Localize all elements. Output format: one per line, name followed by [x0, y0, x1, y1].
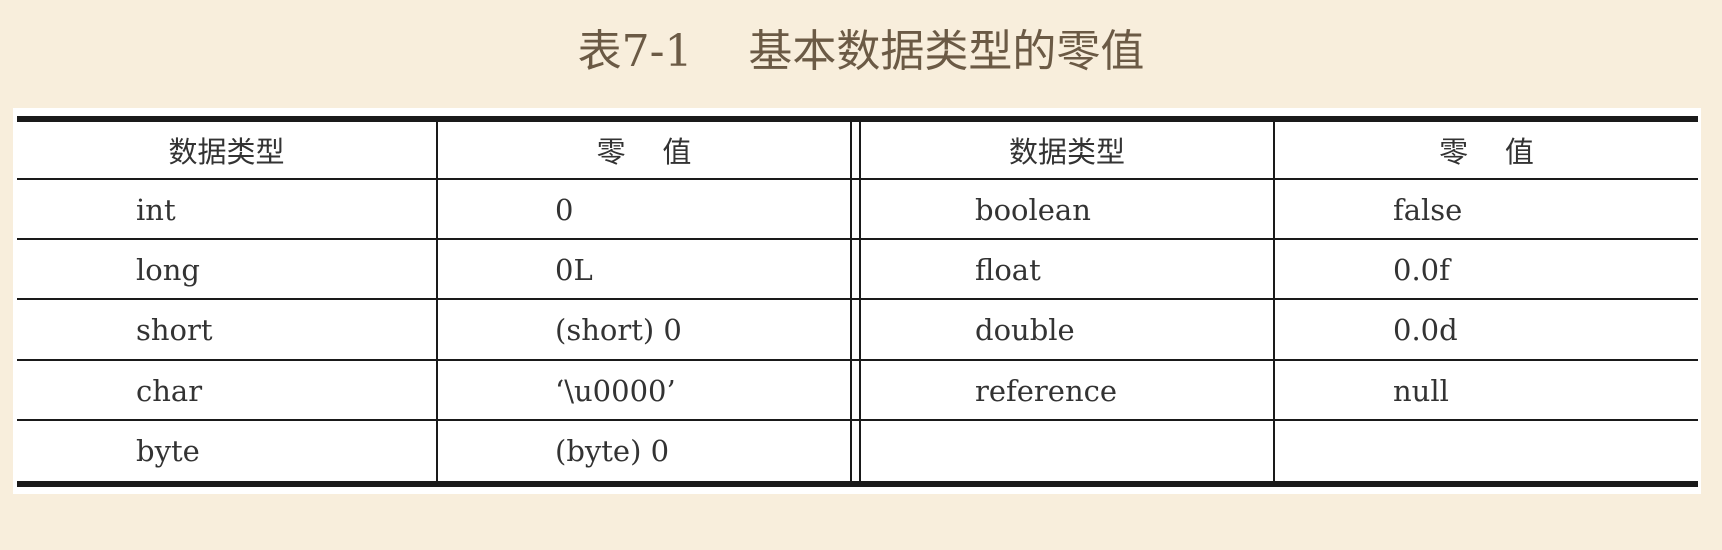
zero-value-cell: 0.0d [1393, 313, 1458, 347]
zero-value-cell: ‘\u0000’ [555, 374, 676, 408]
header-data-type-left: 数据类型 [168, 135, 285, 169]
type-cell: byte [136, 434, 200, 468]
zero-value-cell: (short) 0 [555, 313, 682, 347]
header-data-type-right: 数据类型 [1008, 135, 1125, 169]
zero-value-table: 数据类型 零 值 数据类型 零 值 int 0 boolean false lo… [13, 108, 1701, 494]
type-cell: double [975, 313, 1075, 347]
type-cell: short [136, 313, 213, 347]
zero-value-cell: 0 [555, 193, 574, 227]
table-caption: 表7-1 基本数据类型的零值 [577, 26, 1145, 77]
type-cell: boolean [975, 193, 1091, 227]
zero-value-cell: 0L [555, 253, 593, 287]
header-zero-value-right: 零 值 [1439, 135, 1534, 169]
column-divider-double-left [850, 122, 852, 481]
type-cell: float [975, 253, 1041, 287]
header-zero-value-left: 零 值 [596, 135, 692, 169]
table-bottom-rule [17, 481, 1698, 487]
type-cell: long [136, 253, 200, 287]
zero-value-cell: false [1393, 193, 1463, 227]
zero-value-cell: 0.0f [1393, 253, 1450, 287]
zero-value-cell: (byte) 0 [555, 434, 670, 468]
type-cell: int [136, 193, 176, 227]
zero-value-cell: null [1393, 374, 1449, 408]
type-cell: char [136, 374, 203, 408]
type-cell: reference [975, 374, 1118, 408]
